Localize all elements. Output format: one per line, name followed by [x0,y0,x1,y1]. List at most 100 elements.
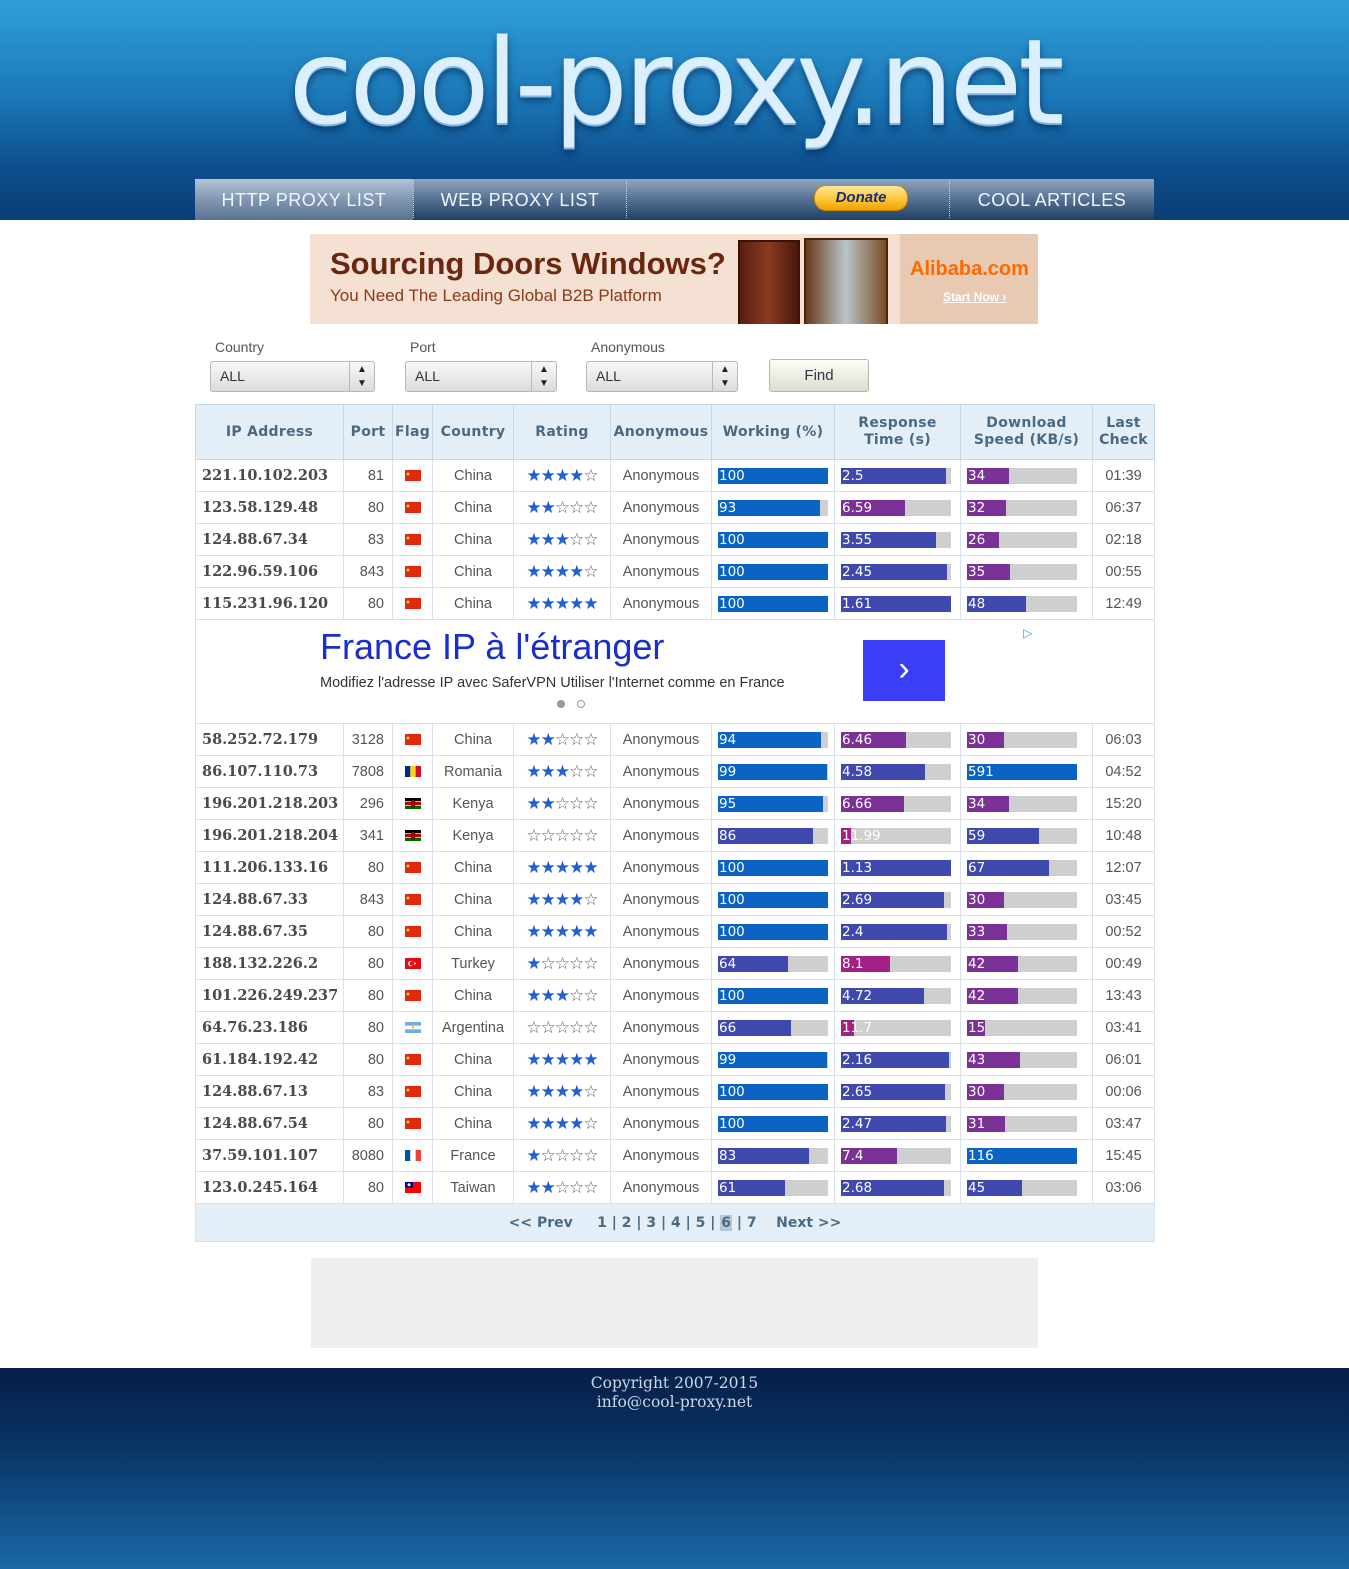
table-row: 124.88.67.34 83 China ★★★☆☆ Anonymous 10… [195,523,1155,556]
table-row: 196.201.218.204 341 Kenya ☆☆☆☆☆ Anonymou… [195,819,1155,852]
header-anonymous[interactable]: Anonymous [610,404,712,460]
ip-address-cell[interactable]: 221.10.102.203 [195,459,344,492]
pagination: << Prev 1 | 2 | 3 | 4 | 5 | 6 | 7 Next >… [195,1203,1155,1242]
nav-web-proxy-list[interactable]: WEB PROXY LIST [414,179,626,220]
ip-address-cell[interactable]: 124.88.67.54 [195,1107,344,1140]
table-row: 86.107.110.73 7808 Romania ★★★☆☆ Anonymo… [195,755,1155,788]
page-link-7[interactable]: 7 [747,1215,757,1231]
rating-cell: ★★☆☆☆ [513,787,611,820]
contact-email[interactable]: info@cool-proxy.net [0,1393,1349,1412]
download-speed-cell: 67 [960,851,1093,884]
ip-address-cell[interactable]: 61.184.192.42 [195,1043,344,1076]
working-cell: 100 [711,979,835,1012]
rating-cell: ★★★★☆ [513,555,611,588]
star-rating-icon: ★★★☆☆ [526,761,598,781]
table-row: 101.226.249.237 80 China ★★★☆☆ Anonymous… [195,979,1155,1012]
carousel-dot-active[interactable] [557,700,565,708]
anonymity-cell: Anonymous [610,1043,712,1076]
response-time-cell: 2.45 [834,555,961,588]
nav-http-proxy-list[interactable]: HTTP PROXY LIST [195,179,413,220]
page-link-4[interactable]: 4 [671,1215,681,1231]
prev-page-link[interactable]: << Prev [509,1215,573,1231]
find-button[interactable]: Find [769,359,869,392]
page-link-1[interactable]: 1 [597,1215,607,1231]
working-cell: 99 [711,1043,835,1076]
ip-address-cell[interactable]: 124.88.67.34 [195,523,344,556]
ip-address-cell[interactable]: 124.88.67.13 [195,1075,344,1108]
working-cell: 99 [711,755,835,788]
chevron-right-icon[interactable]: › [863,640,945,701]
response-time-value: 7.4 [842,1147,864,1164]
star-rating-icon: ★★☆☆☆ [526,793,598,813]
working-bar: 83 [718,1147,828,1164]
star-rating-icon: ★☆☆☆☆ [526,953,598,973]
ip-address-cell[interactable]: 196.201.218.204 [195,819,344,852]
response-time-cell: 4.58 [834,755,961,788]
response-time-bar: 6.66 [841,795,951,812]
star-rating-icon: ★★★★☆ [526,1081,598,1101]
adchoices-icon[interactable]: ▷ [1023,626,1032,640]
header-port[interactable]: Port [343,404,393,460]
header-working[interactable]: Working (%) [711,404,835,460]
working-bar: 100 [718,1083,828,1100]
working-cell: 100 [711,1075,835,1108]
download-speed-value: 45 [968,1179,986,1196]
page-link-3[interactable]: 3 [646,1215,656,1231]
flag-cell [392,491,433,524]
page-link-6-current[interactable]: 6 [720,1214,732,1231]
header-download-speed[interactable]: Download Speed (KB/s) [960,404,1093,460]
page-separator: | [710,1214,716,1231]
response-time-bar: 1.61 [841,595,951,612]
anonymous-select[interactable]: ALL ▲ ▼ [586,361,738,392]
site-logo[interactable]: cool-proxy.net [0,12,1349,152]
star-rating-icon: ★★★☆☆ [526,529,598,549]
inline-ad[interactable]: France IP à l'étranger Modifiez l'adress… [196,620,1154,723]
next-page-link[interactable]: Next >> [776,1215,841,1231]
ip-address-cell[interactable]: 124.88.67.33 [195,883,344,916]
ip-address-cell[interactable]: 124.88.67.35 [195,915,344,948]
ip-address-cell[interactable]: 196.201.218.203 [195,787,344,820]
page-link-5[interactable]: 5 [696,1215,706,1231]
cn-flag [404,534,421,546]
ip-address-cell[interactable]: 58.252.72.179 [195,723,344,756]
country-select[interactable]: ALL ▲ ▼ [210,361,375,392]
header-country[interactable]: Country [432,404,514,460]
nav-cool-articles[interactable]: COOL ARTICLES [950,179,1154,220]
page-link-2[interactable]: 2 [622,1215,632,1231]
table-row: 124.88.67.33 843 China ★★★★☆ Anonymous 1… [195,883,1155,916]
ip-address-cell[interactable]: 123.58.129.48 [195,491,344,524]
port-cell: 3128 [343,723,393,756]
ip-address-cell[interactable]: 122.96.59.106 [195,555,344,588]
response-time-bar: 8.1 [841,955,951,972]
star-rating-icon: ★★★☆☆ [526,985,598,1005]
ip-address-cell[interactable]: 111.206.133.16 [195,851,344,884]
header-ip-address[interactable]: IP Address [195,404,344,460]
download-speed-bar: 43 [967,1051,1077,1068]
carousel-dot[interactable] [577,700,585,708]
ip-address-cell[interactable]: 37.59.101.107 [195,1139,344,1172]
donate-button[interactable]: Donate [814,185,908,211]
header-last-check[interactable]: Last Check [1092,404,1155,460]
last-check-cell: 06:01 [1092,1043,1155,1076]
ip-address-cell[interactable]: 64.76.23.186 [195,1011,344,1044]
port-select[interactable]: ALL ▲ ▼ [405,361,557,392]
ip-address-cell[interactable]: 188.132.226.2 [195,947,344,980]
download-speed-cell: 32 [960,491,1093,524]
inline-ad-title[interactable]: France IP à l'étranger [320,626,664,668]
response-time-bar: 2.16 [841,1051,951,1068]
ip-address-cell[interactable]: 86.107.110.73 [195,755,344,788]
ip-address-cell[interactable]: 123.0.245.164 [195,1171,344,1204]
header-rating[interactable]: Rating [513,404,611,460]
window-image [804,238,888,324]
ad-start-now-link[interactable]: Start Now › [943,290,1006,304]
header-response-time[interactable]: Response Time (s) [834,404,961,460]
bottom-ad-placeholder[interactable] [311,1258,1038,1348]
ip-address-cell[interactable]: 101.226.249.237 [195,979,344,1012]
port-cell: 81 [343,459,393,492]
last-check-cell: 12:49 [1092,587,1155,620]
anonymity-cell: Anonymous [610,491,712,524]
ip-address-cell[interactable]: 115.231.96.120 [195,587,344,620]
top-ad-banner[interactable]: Sourcing Doors Windows? You Need The Lea… [310,234,1038,324]
working-bar: 100 [718,891,828,908]
download-speed-cell: 43 [960,1043,1093,1076]
